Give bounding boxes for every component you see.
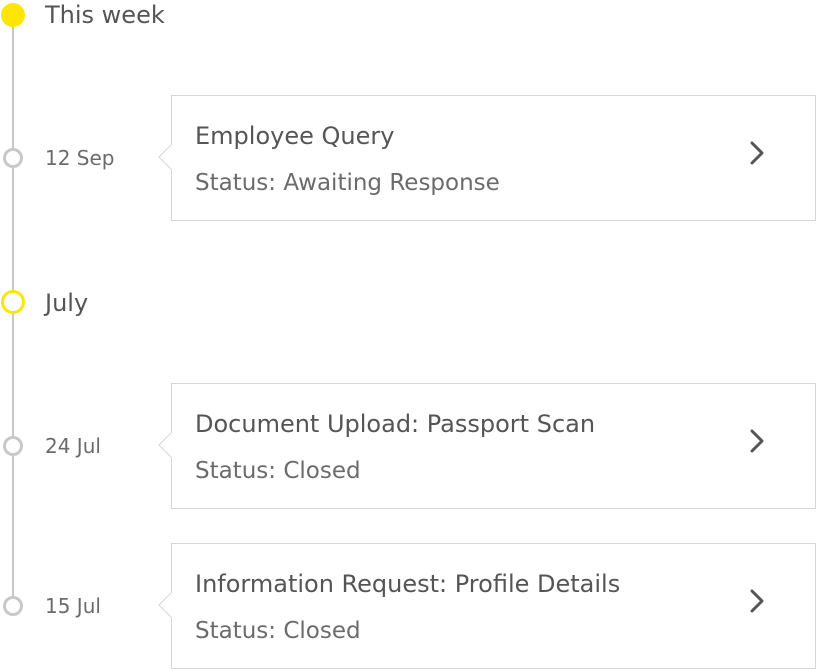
card-status: Status: Awaiting Response — [195, 170, 500, 196]
entry-date: 12 Sep — [45, 146, 115, 170]
card-status: Status: Closed — [195, 618, 361, 644]
chevron-right-icon[interactable] — [747, 588, 767, 614]
timeline-card-information-request[interactable]: Information Request: Profile Details Sta… — [158, 543, 816, 669]
entry-marker — [3, 436, 23, 456]
chevron-right-icon[interactable] — [747, 140, 767, 166]
timeline-card-employee-query[interactable]: Employee Query Status: Awaiting Response — [158, 95, 816, 221]
entry-date: 24 Jul — [45, 434, 101, 458]
chevron-right-icon[interactable] — [747, 428, 767, 454]
card-pointer — [158, 144, 184, 170]
card-title: Document Upload: Passport Scan — [195, 410, 596, 438]
entry-marker — [3, 148, 23, 168]
timeline-card-document-upload[interactable]: Document Upload: Passport Scan Status: C… — [158, 383, 816, 509]
section-label-this-week: This week — [45, 1, 165, 29]
card-title: Information Request: Profile Details — [195, 570, 621, 598]
card-title: Employee Query — [195, 122, 395, 150]
entry-marker — [3, 596, 23, 616]
card-status: Status: Closed — [195, 458, 361, 484]
timeline-line — [12, 22, 14, 607]
section-label-july: July — [45, 289, 89, 317]
entry-date: 15 Jul — [45, 594, 101, 618]
card-pointer — [158, 432, 184, 458]
section-marker-this-week — [1, 3, 25, 27]
section-marker-july — [1, 290, 25, 314]
card-pointer — [158, 592, 184, 618]
